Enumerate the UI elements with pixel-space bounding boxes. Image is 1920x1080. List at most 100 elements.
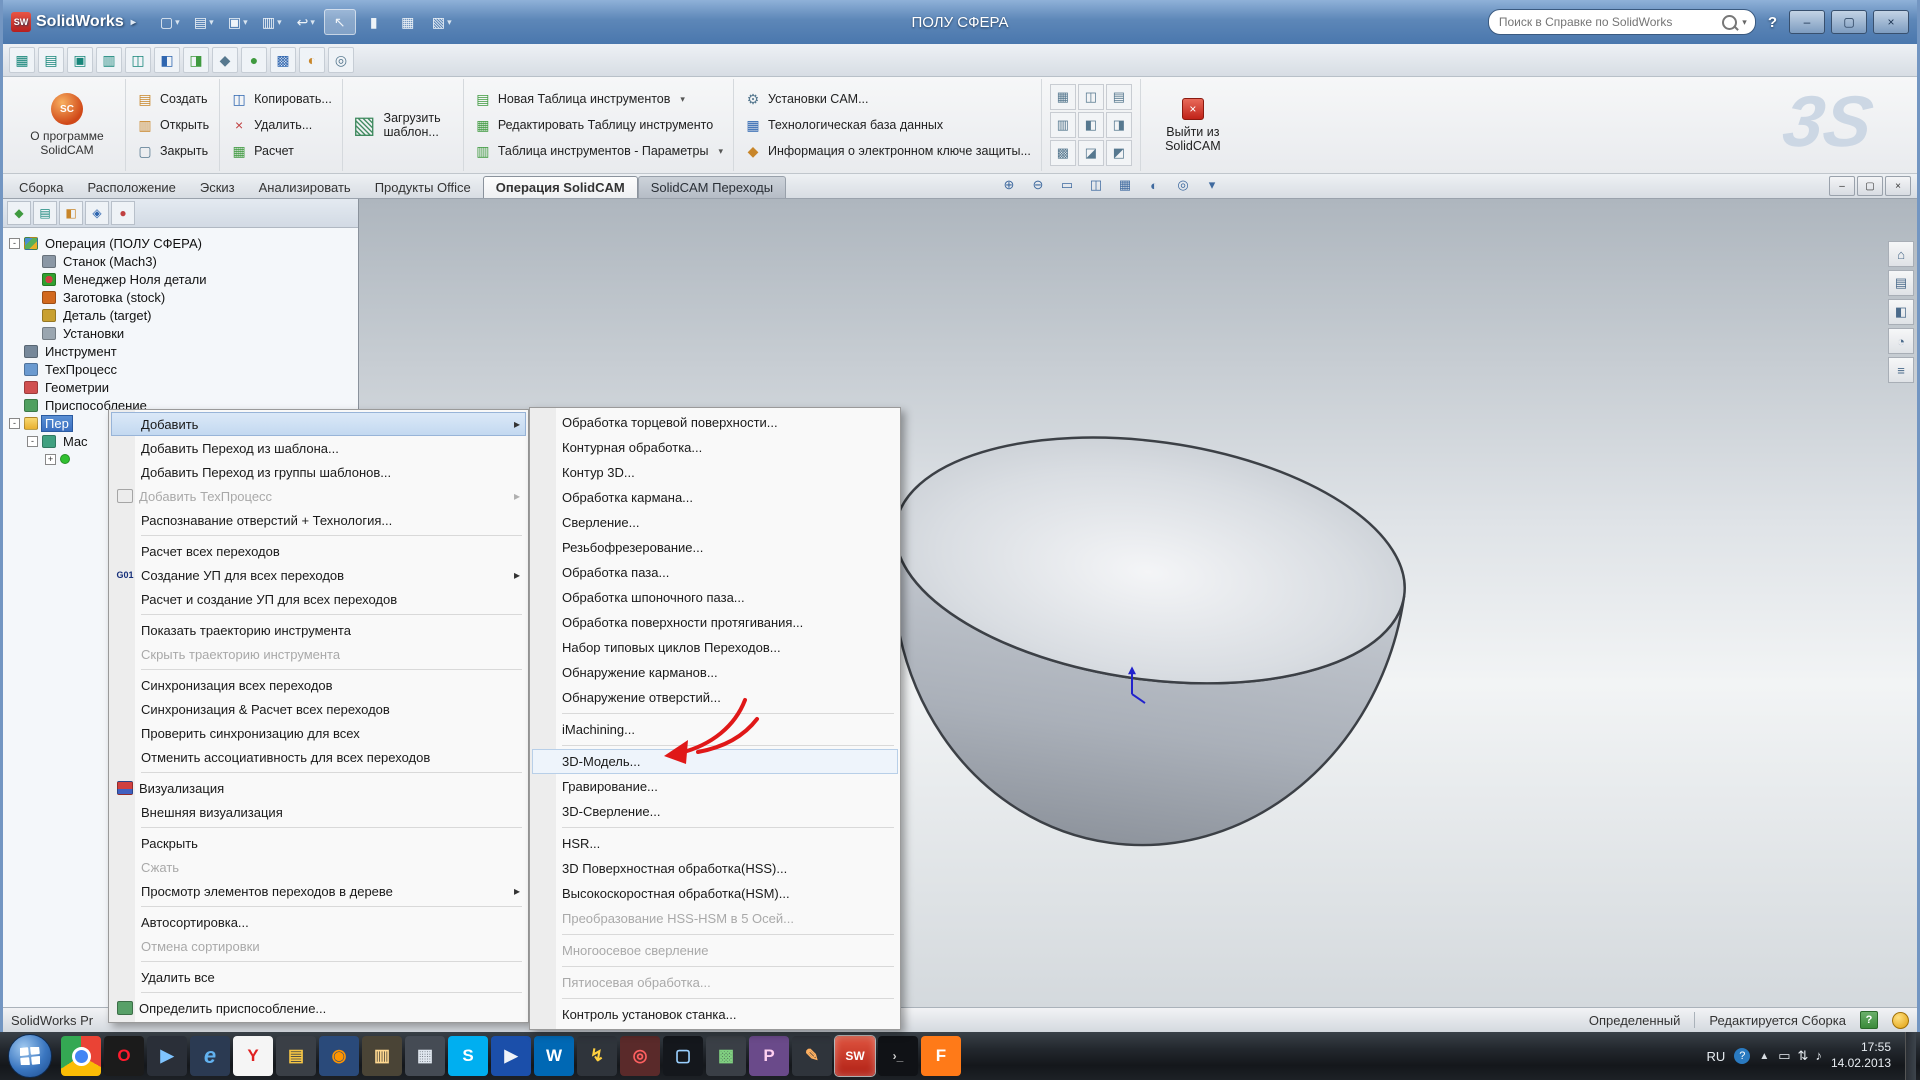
help-icon[interactable]: ? xyxy=(1768,14,1777,31)
submenu-item[interactable]: Преобразование HSS-HSM в 5 Осей... xyxy=(532,906,898,931)
context-menu-item[interactable]: Показать траекторию инструмента xyxy=(111,618,526,642)
panel-tab-icon[interactable]: ◆ xyxy=(7,201,31,225)
context-menu-item[interactable] xyxy=(141,614,522,615)
search-dropdown-icon[interactable]: ▾ xyxy=(1742,17,1747,28)
about-solidcam-button[interactable]: SC О программе SolidCAM xyxy=(9,79,126,171)
submenu-item[interactable] xyxy=(562,934,894,935)
command-tab[interactable]: Продукты Office xyxy=(363,177,483,198)
load-template-button[interactable]: ▧ Загрузить шаблон... xyxy=(343,79,464,171)
viewport-tool-icon[interactable]: ≡ xyxy=(1888,357,1914,383)
tree-item-label[interactable]: Установки xyxy=(60,326,127,341)
submenu-item[interactable] xyxy=(562,998,894,999)
taskbar-app-icon[interactable]: ▦ xyxy=(405,1036,445,1076)
context-menu-item[interactable]: Отмена сортировки xyxy=(111,934,526,958)
submenu-item[interactable]: Обработка шпоночного паза... xyxy=(532,585,898,610)
titlebar-tool-icon[interactable]: ↖ xyxy=(324,9,356,35)
tree-expand-toggle[interactable]: + xyxy=(45,454,56,465)
ribbon-button[interactable]: ▦ Технологическая база данных xyxy=(744,112,1031,138)
chevron-right-icon[interactable]: ▸ xyxy=(131,17,136,28)
tree-item[interactable]: - Операция (ПОЛУ СФЕРА) xyxy=(5,234,356,252)
view-tool-icon[interactable]: ◐ xyxy=(1143,175,1165,195)
context-menu-item[interactable] xyxy=(141,669,522,670)
submenu-item[interactable]: 3D-Сверление... xyxy=(532,799,898,824)
maximize-button[interactable]: ▢ xyxy=(1831,10,1867,34)
tree-expand-toggle[interactable] xyxy=(9,364,20,375)
tree-item[interactable]: Инструмент xyxy=(5,342,356,360)
context-menu-item[interactable]: Удалить все xyxy=(111,965,526,989)
tree-item-label[interactable]: Станок (Mach3) xyxy=(60,254,160,269)
help-search-box[interactable]: ▾ xyxy=(1488,9,1756,35)
submenu-item[interactable]: Контроль установок станка... xyxy=(532,1002,898,1027)
view-tool-icon[interactable]: ◎ xyxy=(1172,175,1194,195)
context-menu-item[interactable]: Добавить ТехПроцесс xyxy=(111,484,526,508)
tray-icon[interactable]: ♪ xyxy=(1815,1048,1822,1064)
tree-item[interactable]: Менеджер Ноля детали xyxy=(5,270,356,288)
context-menu-item[interactable]: Скрыть траекторию инструмента xyxy=(111,642,526,666)
taskbar-app-icon[interactable]: ▩ xyxy=(706,1036,746,1076)
ribbon-grid-icon[interactable]: ◫ xyxy=(1078,84,1104,110)
tray-icon[interactable]: ▭ xyxy=(1778,1048,1790,1064)
ribbon-grid-icon[interactable]: ▦ xyxy=(1050,84,1076,110)
command-tab[interactable]: Расположение xyxy=(76,177,188,198)
ribbon-button[interactable]: ▦ Расчет xyxy=(230,138,332,164)
ribbon-button[interactable]: ◫ Копировать... xyxy=(230,86,332,112)
taskbar-app-icon[interactable]: ◉ xyxy=(319,1036,359,1076)
context-menu-item[interactable]: Добавить xyxy=(111,412,526,436)
submenu-item[interactable]: Обработка кармана... xyxy=(532,485,898,510)
taskbar-app-icon[interactable]: ▤ xyxy=(276,1036,316,1076)
view-tool-icon[interactable]: ▭ xyxy=(1056,175,1078,195)
context-menu-item[interactable]: Проверить синхронизацию для всех xyxy=(111,721,526,745)
taskbar-app-icon[interactable]: ▥ xyxy=(362,1036,402,1076)
panel-tab-icon[interactable]: ◈ xyxy=(85,201,109,225)
titlebar-tool-icon[interactable]: ▮ xyxy=(358,9,390,35)
ribbon-button[interactable]: ▥ Таблица инструментов - Параметры xyxy=(474,138,723,164)
toolbar-icon[interactable]: ▦ xyxy=(9,47,35,73)
tree-item-label[interactable]: Пер xyxy=(42,416,72,431)
tree-expand-toggle[interactable] xyxy=(9,346,20,357)
view-tool-icon[interactable]: ▦ xyxy=(1114,175,1136,195)
exit-solidcam-button[interactable]: × Выйти из SolidCAM xyxy=(1141,79,1245,171)
tree-expand-toggle[interactable] xyxy=(9,382,20,393)
submenu-item[interactable] xyxy=(562,827,894,828)
minimize-button[interactable]: – xyxy=(1789,10,1825,34)
submenu-item[interactable]: Многоосевое сверление xyxy=(532,938,898,963)
taskbar-app-icon[interactable]: F xyxy=(921,1036,961,1076)
submenu-item[interactable]: Гравирование... xyxy=(532,774,898,799)
toolbar-icon[interactable]: ◨ xyxy=(183,47,209,73)
status-alert-icon[interactable] xyxy=(1892,1012,1909,1029)
context-menu-item[interactable]: Расчет и создание УП для всех переходов xyxy=(111,587,526,611)
ribbon-button[interactable]: ▤ Новая Таблица инструментов xyxy=(474,86,723,112)
taskbar-app-icon[interactable]: ▶ xyxy=(491,1036,531,1076)
view-tool-icon[interactable]: ◫ xyxy=(1085,175,1107,195)
toolbar-icon[interactable]: ● xyxy=(241,47,267,73)
ribbon-button[interactable]: ▥ Открыть xyxy=(136,112,209,138)
submenu-item[interactable]: iMachining... xyxy=(532,717,898,742)
titlebar-tool-icon[interactable]: ↩ xyxy=(290,9,322,35)
view-tool-icon[interactable]: ⊖ xyxy=(1027,175,1049,195)
taskbar-app-icon[interactable]: ›_ xyxy=(878,1036,918,1076)
ribbon-button[interactable]: ▦ Редактировать Таблицу инструменто xyxy=(474,112,723,138)
viewport-tool-icon[interactable]: ◔ xyxy=(1888,328,1914,354)
tree-expand-toggle[interactable]: - xyxy=(27,436,38,447)
titlebar-tool-icon[interactable]: ▣ xyxy=(222,9,254,35)
toolbar-icon[interactable]: ◫ xyxy=(125,47,151,73)
tree-item[interactable]: Установки xyxy=(5,324,356,342)
context-menu-item[interactable]: Отменить ассоциативность для всех перехо… xyxy=(111,745,526,769)
context-menu-item[interactable]: Определить приспособление... xyxy=(111,996,526,1020)
submenu-item[interactable]: Сверление... xyxy=(532,510,898,535)
ribbon-grid-icon[interactable]: ◧ xyxy=(1078,112,1104,138)
toolbar-icon[interactable]: ▥ xyxy=(96,47,122,73)
taskbar-app-icon[interactable]: P xyxy=(749,1036,789,1076)
context-menu-item[interactable]: Добавить Переход из шаблона... xyxy=(111,436,526,460)
ribbon-button[interactable]: × Удалить... xyxy=(230,112,332,138)
tree-item-label[interactable]: Менеджер Ноля детали xyxy=(60,272,210,287)
context-menu-item[interactable] xyxy=(141,772,522,773)
ribbon-button[interactable]: ▢ Закрыть xyxy=(136,138,209,164)
search-input[interactable] xyxy=(1497,14,1717,30)
tray-icon[interactable]: ⇅ xyxy=(1798,1048,1809,1064)
hemisphere-model[interactable] xyxy=(856,407,1421,878)
titlebar-tool-icon[interactable]: ▦ xyxy=(392,9,424,35)
ribbon-grid-icon[interactable]: ◩ xyxy=(1106,140,1132,166)
show-desktop-button[interactable] xyxy=(1905,1032,1916,1080)
tree-item-label[interactable]: Геометрии xyxy=(42,380,112,395)
